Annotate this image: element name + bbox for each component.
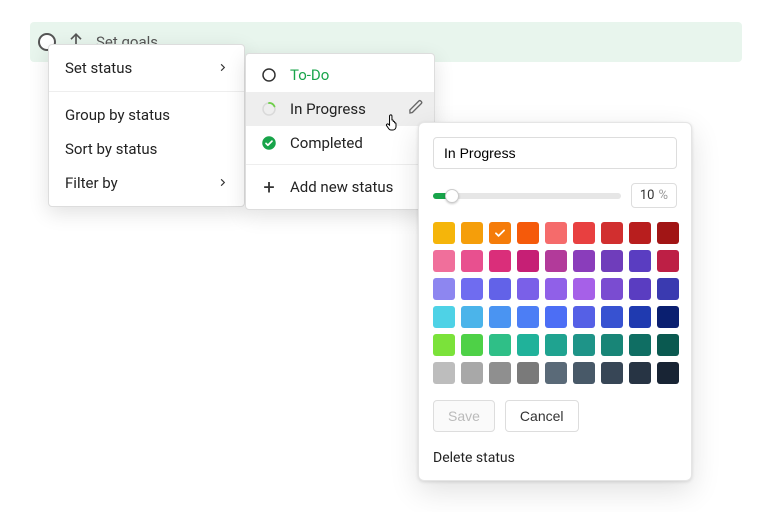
- color-swatch[interactable]: [545, 334, 567, 356]
- color-swatch[interactable]: [545, 278, 567, 300]
- color-swatch[interactable]: [657, 250, 679, 272]
- check-circle-icon: [260, 134, 278, 152]
- color-swatch[interactable]: [489, 362, 511, 384]
- color-swatch[interactable]: [489, 222, 511, 244]
- color-swatch[interactable]: [573, 334, 595, 356]
- status-submenu: To-Do In Progress Completed + Add new st…: [245, 53, 435, 210]
- color-swatch[interactable]: [489, 306, 511, 328]
- color-swatch[interactable]: [629, 250, 651, 272]
- color-swatch[interactable]: [573, 250, 595, 272]
- status-label: Completed: [290, 134, 363, 152]
- add-new-status[interactable]: + Add new status: [246, 169, 434, 205]
- menu-label: Set status: [65, 59, 132, 77]
- color-swatch[interactable]: [545, 362, 567, 384]
- menu-item-set-status[interactable]: Set status: [49, 51, 244, 85]
- color-swatch[interactable]: [461, 306, 483, 328]
- color-swatch[interactable]: [601, 250, 623, 272]
- color-swatch[interactable]: [433, 362, 455, 384]
- circle-outline-icon: [260, 66, 278, 84]
- color-swatch[interactable]: [461, 334, 483, 356]
- color-swatch[interactable]: [629, 306, 651, 328]
- color-swatch[interactable]: [573, 362, 595, 384]
- color-swatch[interactable]: [545, 222, 567, 244]
- color-swatch[interactable]: [461, 278, 483, 300]
- color-swatch[interactable]: [489, 278, 511, 300]
- color-swatches: [433, 222, 677, 384]
- color-swatch[interactable]: [629, 334, 651, 356]
- color-swatch[interactable]: [517, 278, 539, 300]
- chevron-right-icon: [217, 174, 228, 192]
- color-swatch[interactable]: [433, 306, 455, 328]
- status-option-completed[interactable]: Completed: [246, 126, 434, 160]
- color-swatch[interactable]: [545, 306, 567, 328]
- menu-item-group-by[interactable]: Group by status: [49, 98, 244, 132]
- slider-thumb[interactable]: [445, 189, 459, 203]
- color-swatch[interactable]: [517, 306, 539, 328]
- color-swatch[interactable]: [657, 278, 679, 300]
- percent-box: 10 %: [631, 183, 677, 208]
- menu-item-sort-by[interactable]: Sort by status: [49, 132, 244, 166]
- edit-status-popover: 10 % Save Cancel Delete status: [418, 122, 692, 481]
- color-swatch[interactable]: [601, 362, 623, 384]
- color-swatch[interactable]: [601, 334, 623, 356]
- color-swatch[interactable]: [545, 250, 567, 272]
- cancel-button[interactable]: Cancel: [505, 400, 579, 432]
- color-swatch[interactable]: [517, 222, 539, 244]
- menu-label: Sort by status: [65, 140, 157, 158]
- pointer-cursor-icon: [384, 113, 402, 135]
- color-swatch[interactable]: [573, 278, 595, 300]
- color-swatch[interactable]: [433, 334, 455, 356]
- save-button[interactable]: Save: [433, 400, 495, 432]
- color-swatch[interactable]: [601, 278, 623, 300]
- color-swatch[interactable]: [629, 278, 651, 300]
- color-swatch[interactable]: [573, 306, 595, 328]
- status-label: To-Do: [290, 66, 329, 84]
- context-menu: Set status Group by status Sort by statu…: [48, 44, 245, 207]
- color-swatch[interactable]: [461, 362, 483, 384]
- progress-slider[interactable]: [433, 193, 621, 199]
- chevron-right-icon: [217, 59, 228, 77]
- status-label: In Progress: [290, 100, 366, 118]
- color-swatch[interactable]: [629, 222, 651, 244]
- progress-circle-icon: [260, 100, 278, 118]
- color-swatch[interactable]: [489, 250, 511, 272]
- color-swatch[interactable]: [433, 278, 455, 300]
- menu-label: Filter by: [65, 174, 118, 192]
- menu-label: Group by status: [65, 106, 170, 124]
- color-swatch[interactable]: [433, 222, 455, 244]
- menu-item-filter-by[interactable]: Filter by: [49, 166, 244, 200]
- menu-divider: [49, 91, 244, 92]
- color-swatch[interactable]: [517, 250, 539, 272]
- color-swatch[interactable]: [517, 334, 539, 356]
- color-swatch[interactable]: [657, 362, 679, 384]
- color-swatch[interactable]: [489, 334, 511, 356]
- status-name-input[interactable]: [433, 137, 677, 169]
- color-swatch[interactable]: [629, 362, 651, 384]
- color-swatch[interactable]: [433, 250, 455, 272]
- pencil-icon[interactable]: [408, 99, 424, 119]
- add-new-label: Add new status: [290, 178, 393, 196]
- color-swatch[interactable]: [657, 334, 679, 356]
- color-swatch[interactable]: [657, 306, 679, 328]
- color-swatch[interactable]: [601, 222, 623, 244]
- percent-value: 10: [640, 188, 655, 203]
- status-option-in-progress[interactable]: In Progress: [246, 92, 434, 126]
- color-swatch[interactable]: [461, 250, 483, 272]
- color-swatch[interactable]: [517, 362, 539, 384]
- percent-symbol: %: [658, 188, 668, 203]
- plus-icon: +: [260, 177, 278, 197]
- delete-status-link[interactable]: Delete status: [433, 450, 677, 466]
- color-swatch[interactable]: [461, 222, 483, 244]
- color-swatch[interactable]: [573, 222, 595, 244]
- color-swatch[interactable]: [601, 306, 623, 328]
- status-option-todo[interactable]: To-Do: [246, 58, 434, 92]
- check-icon: [493, 226, 507, 240]
- color-swatch[interactable]: [657, 222, 679, 244]
- menu-divider: [246, 164, 434, 165]
